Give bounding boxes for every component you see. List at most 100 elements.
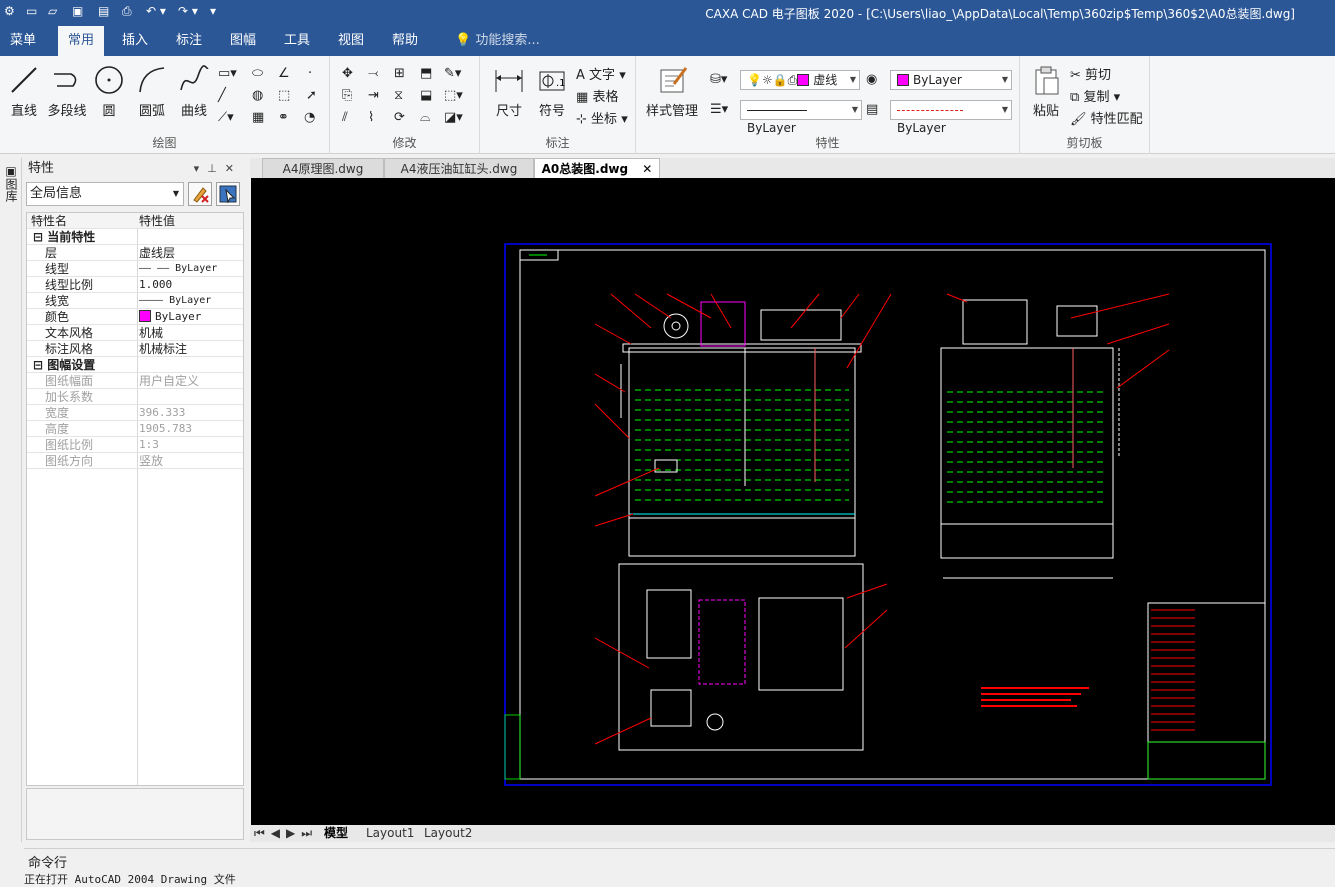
fillet-icon[interactable]: ⌓ <box>420 110 430 125</box>
pointer-icon[interactable]: ➚ <box>306 88 317 103</box>
paste-button[interactable]: 粘贴 <box>1028 64 1064 119</box>
dropdown-icon[interactable]: ▾ <box>194 162 208 175</box>
arc-button[interactable]: 圆弧 <box>134 64 170 119</box>
tab-common[interactable]: 常用 <box>58 26 105 56</box>
app-icon[interactable]: ⚙ <box>4 4 15 18</box>
hatch-icon[interactable]: ◍ <box>252 88 263 103</box>
color-wheel-icon[interactable]: ◉ <box>866 72 877 87</box>
tab-help[interactable]: 帮助 <box>382 26 428 56</box>
array-icon[interactable]: ⊞ <box>394 66 405 81</box>
layout-tab-1[interactable]: Layout1 <box>366 825 414 842</box>
copy-button[interactable]: ⧉ 复制 ▾ <box>1070 86 1120 105</box>
property-row[interactable]: 标注风格 机械标注 <box>27 341 243 357</box>
section-sheet-settings[interactable]: ⊟ 图幅设置 <box>27 357 243 373</box>
doc-tab-cylinder-head[interactable]: A4液压油缸缸头.dwg <box>384 158 534 178</box>
coordinate-button[interactable]: ⊹ 坐标 ▾ <box>576 108 628 127</box>
point-icon[interactable]: · <box>308 66 312 81</box>
save-as-icon[interactable]: ▤ <box>98 4 109 18</box>
extend-icon[interactable]: ⇥ <box>368 88 379 103</box>
polygon-icon[interactable]: ⬚ <box>278 88 290 103</box>
close-tab-icon[interactable]: ✕ <box>642 162 652 176</box>
customize-quick-access-icon[interactable]: ▾ <box>210 4 216 18</box>
tab-sheet[interactable]: 图幅 <box>220 26 266 56</box>
tab-menu[interactable]: 菜单 <box>0 26 46 56</box>
tank-base <box>628 517 856 557</box>
object-selector[interactable]: 全局信息 ▼ <box>26 182 184 206</box>
wave-line-icon[interactable]: ⚭ <box>278 110 289 125</box>
angle-icon[interactable]: ∠ <box>278 66 290 81</box>
explode-icon[interactable]: ⬚▾ <box>444 88 463 103</box>
circle-button[interactable]: 圆 <box>92 64 126 119</box>
table-button[interactable]: ▦ 表格 <box>576 86 618 105</box>
coordinate-label: 坐标 <box>591 112 618 127</box>
color-swatch <box>897 74 909 86</box>
layout-tab-model[interactable]: 模型 <box>324 825 348 842</box>
valve-block <box>760 309 842 341</box>
centerline-icon[interactable]: ╱ <box>218 88 226 103</box>
save-icon[interactable]: ▣ <box>72 4 83 18</box>
print-icon[interactable]: ⎙ <box>122 4 132 19</box>
property-row[interactable]: 文本风格 机械 <box>27 325 243 341</box>
property-row[interactable]: 线型比例 1.000 <box>27 277 243 293</box>
new-file-icon[interactable]: ▭ <box>26 4 37 18</box>
undo-icon[interactable]: ↶ ▾ <box>146 4 166 18</box>
drawing-canvas[interactable] <box>251 178 1335 825</box>
doc-tab-schematic[interactable]: A4原理图.dwg <box>262 158 384 178</box>
layout-nav-arrows[interactable]: ⏮◀▶⏭ <box>254 825 318 842</box>
polyline-button[interactable]: 多段线 <box>46 64 88 119</box>
rectangle-icon[interactable]: ▭▾ <box>218 66 237 81</box>
layer-manager-icon[interactable]: ⛁▾ <box>710 72 727 87</box>
property-row[interactable]: 线宽 ———— ByLayer <box>27 293 243 309</box>
quick-select-button[interactable] <box>216 182 240 206</box>
redo-icon[interactable]: ↷ ▾ <box>178 4 198 18</box>
trim-icon[interactable]: ⤙ <box>368 66 378 81</box>
scale-icon[interactable]: ⬒ <box>420 66 432 81</box>
copy-object-icon[interactable]: ⎘ <box>342 88 352 103</box>
offset-icon[interactable]: ⫽ <box>342 110 348 125</box>
linetype-manager-icon[interactable]: ☰▾ <box>710 102 728 117</box>
construction-line-icon[interactable]: ⟋▾ <box>218 110 234 125</box>
property-row[interactable]: 颜色 ByLayer <box>27 309 243 325</box>
library-tab[interactable]: ▣图库 <box>3 164 20 202</box>
close-icon[interactable]: ✕ <box>225 162 242 175</box>
rotate-icon[interactable]: ⟳ <box>394 110 405 125</box>
break-icon[interactable]: ⌇ <box>368 110 374 125</box>
doc-tab-assembly[interactable]: A0总装图.dwg ✕ <box>534 158 660 178</box>
feature-search[interactable]: 💡 功能搜索... <box>455 26 540 56</box>
curve-button[interactable]: 曲线 <box>176 64 212 119</box>
layer-combo[interactable]: 💡☼🔒⎙ 虚线 ▼ <box>740 70 860 90</box>
symbol-button[interactable]: .1 符号 <box>534 64 570 119</box>
property-row[interactable]: 线型 —— —— ByLayer <box>27 261 243 277</box>
move-icon[interactable]: ✥ <box>342 66 353 81</box>
lineweight-combo[interactable]: ByLayer ▼ <box>740 100 862 135</box>
pin-icon[interactable]: ⊥ <box>207 162 225 175</box>
tab-tools[interactable]: 工具 <box>274 26 320 56</box>
tab-insert[interactable]: 插入 <box>112 26 158 56</box>
clear-selection-button[interactable] <box>188 182 212 206</box>
lineweight-value: ByLayer <box>747 121 796 135</box>
chamfer-icon[interactable]: ◪▾ <box>444 110 463 125</box>
stretch-icon[interactable]: ⬓ <box>420 88 432 103</box>
layout-tab-2[interactable]: Layout2 <box>424 825 472 842</box>
mirror-icon[interactable]: ⧖ <box>394 88 403 103</box>
linetype-scale-icon[interactable]: ▤ <box>866 102 878 117</box>
linetype-combo[interactable]: ByLayer ▼ <box>890 100 1012 135</box>
linetype-value: ByLayer <box>897 121 946 135</box>
fill-icon[interactable]: ◔ <box>304 110 315 125</box>
text-button[interactable]: A 文字 ▾ <box>576 64 626 83</box>
ellipse-icon[interactable]: ⬭ <box>252 66 263 81</box>
line-button[interactable]: 直线 <box>6 64 42 119</box>
property-row[interactable]: 层 虚线层 <box>27 245 243 261</box>
tab-annotate[interactable]: 标注 <box>166 26 212 56</box>
style-manage-button[interactable]: 样式管理 <box>642 64 702 119</box>
block-icon[interactable]: ▦ <box>252 110 264 125</box>
section-current-properties[interactable]: ⊟ 当前特性 <box>27 229 243 245</box>
dimension-button[interactable]: 尺寸 <box>490 64 528 119</box>
color-combo[interactable]: ByLayer ▼ <box>890 70 1012 90</box>
cut-button[interactable]: ✂ 剪切 <box>1070 64 1111 83</box>
open-file-icon[interactable]: ▱ <box>48 4 57 18</box>
eraser-icon[interactable]: ✎▾ <box>444 66 461 81</box>
tab-view[interactable]: 视图 <box>328 26 374 56</box>
match-properties-button[interactable]: 🖌 特性匹配 <box>1070 108 1143 127</box>
linetype-preview <box>897 110 963 111</box>
